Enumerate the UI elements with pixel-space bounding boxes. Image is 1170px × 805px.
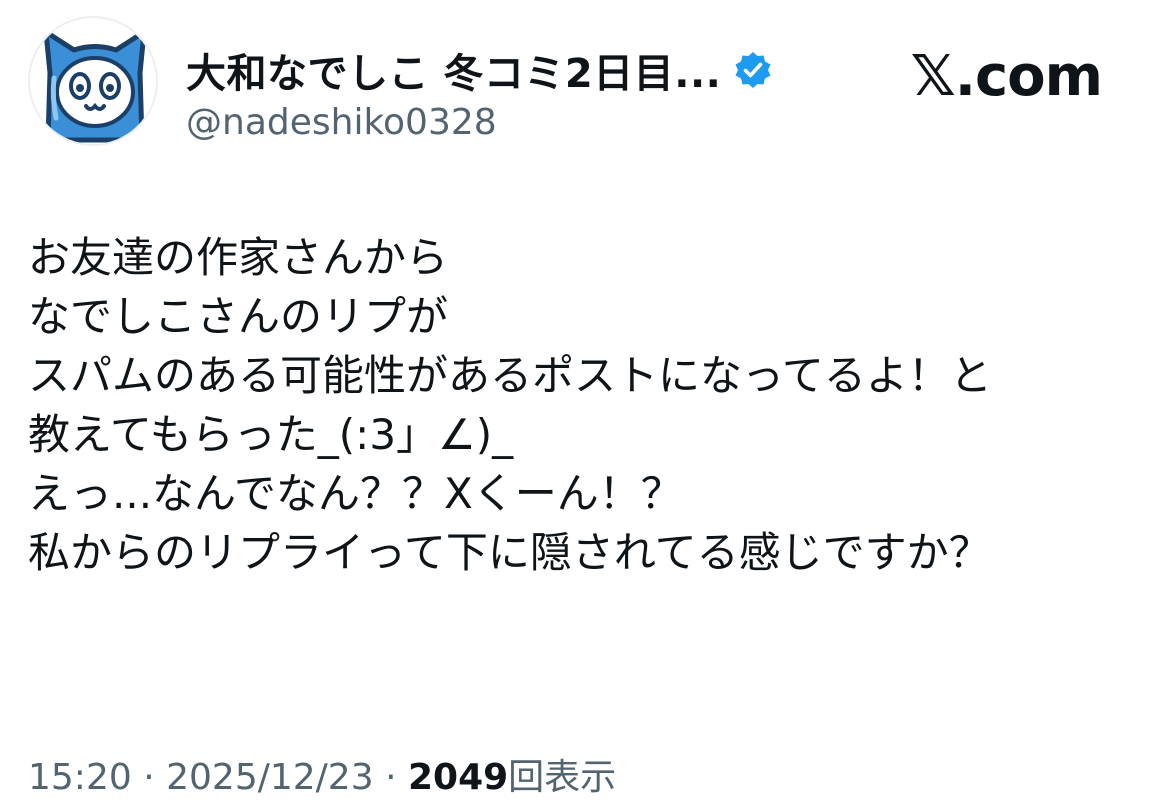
post-text-line: お友達の作家さんから xyxy=(28,233,449,282)
author-display-name[interactable]: 大和なでしこ 冬コミ2日目... xyxy=(186,41,721,99)
author-name-row: 大和なでしこ 冬コミ2日目... xyxy=(186,42,773,98)
post-text-line: なでしこさんのリプが xyxy=(28,292,449,341)
post-text: お友達の作家さんから なでしこさんのリプが スパムのある可能性があるポストになっ… xyxy=(28,228,1148,582)
post-text-line: スパムのある可能性があるポストになってるよ！と xyxy=(28,351,992,400)
post-metadata: 15:20 · 2025/12/23 · 2049回表示 xyxy=(28,748,616,800)
verified-badge-icon xyxy=(733,50,773,90)
post-time[interactable]: 15:20 xyxy=(28,757,132,798)
view-label: 回表示 xyxy=(508,757,617,798)
post-date[interactable]: 2025/12/23 xyxy=(166,757,374,798)
author-handle[interactable]: @nadeshiko0328 xyxy=(186,102,497,143)
post-card: 大和なでしこ 冬コミ2日目... @nadeshiko0328 𝕏.com お友… xyxy=(0,0,1170,805)
cat-mascot-icon xyxy=(32,20,156,144)
x-com-logo: 𝕏.com xyxy=(910,44,1103,109)
post-header: 大和なでしこ 冬コミ2日目... @nadeshiko0328 𝕏.com xyxy=(28,16,1138,146)
meta-separator: · xyxy=(143,757,155,798)
post-text-line: 私からのリプライって下に隠されてる感じですか？ xyxy=(28,528,991,577)
view-count: 2049 xyxy=(407,757,509,798)
avatar[interactable] xyxy=(28,16,158,146)
post-text-line: えっ...なんでなん？？Xくーん！？ xyxy=(28,469,683,518)
meta-separator: · xyxy=(385,757,397,798)
post-text-line: 教えてもらった_(:3」∠)_ xyxy=(28,410,514,459)
